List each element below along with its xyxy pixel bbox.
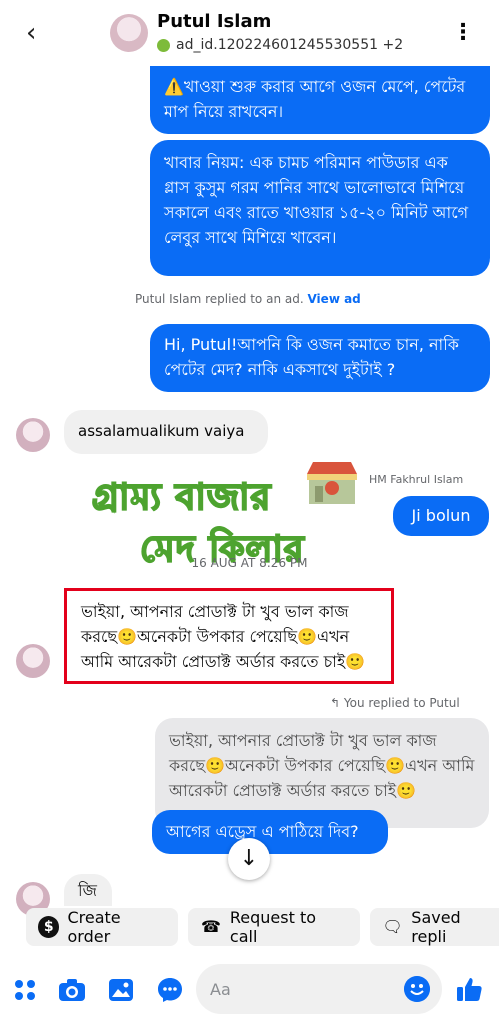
reply-context-text: You replied to Putul [343,696,460,710]
message-incoming[interactable]: assalamualikum vaiya [64,410,268,454]
create-order-label: Create order [67,908,121,946]
avatar[interactable] [16,644,50,678]
avatar[interactable] [16,418,50,452]
shop-logo-icon [307,462,357,504]
like-icon[interactable] [454,974,484,1004]
message-outgoing[interactable]: খাবার নিয়ম: এক চামচ পরিমান পাউডার এক গ্… [150,140,490,276]
timestamp: 16 AUG AT 8:26 PM [191,556,308,570]
saved-replies-button[interactable]: 🗨 Saved repli [370,908,499,946]
avatar[interactable] [110,14,148,52]
contact-subtitle: ad_id.120224601245530551 +2 [157,37,403,53]
chat-bubbles-icon: 🗨 [382,917,403,936]
phone-icon: ☎ [200,917,221,936]
reply-arrow-icon: ↰ [330,696,341,710]
more-options-icon[interactable]: ⋮ [452,20,474,46]
apps-grid-icon[interactable] [10,975,40,1005]
messenger-icon[interactable] [155,975,185,1005]
message-incoming[interactable]: জি [64,874,112,906]
reply-context: ↰ You replied to Putul [330,696,460,710]
watermark-line-1: গ্রাম্য বাজার [91,476,272,519]
watermark-line-2: মেদ কিলার [139,528,305,571]
active-status-icon [157,38,170,52]
message-outgoing[interactable]: আগের এড্রেস এ পাঠিয়ে দিব? [152,810,388,854]
request-call-button[interactable]: ☎ Request to call [188,908,360,946]
scroll-down-button[interactable]: ↓ [228,838,270,880]
camera-icon[interactable] [57,975,87,1005]
sender-label: HM Fakhrul Islam [369,473,464,486]
message-outgoing[interactable]: Ji bolun [393,496,489,536]
create-order-button[interactable]: $ Create order [26,908,178,946]
request-call-label: Request to call [229,908,317,946]
ad-reply-text: Putul Islam replied to an ad. [135,292,304,306]
dollar-icon: $ [38,916,60,938]
ad-id-text: ad_id.120224601245530551 +2 [176,37,404,53]
emoji-icon[interactable] [404,976,430,1002]
contact-name[interactable]: Putul Islam [157,11,271,32]
message-input-placeholder: Aa [210,980,231,999]
message-outgoing[interactable]: Hi, Putul!আপনি কি ওজন কমাতে চান, নাকি পে… [150,324,490,392]
ad-reply-note: Putul Islam replied to an ad. View ad [135,292,361,306]
message-incoming-highlighted[interactable]: ভাইয়া, আপনার প্রোডাক্ট টা খুব ভাল কাজ ক… [64,588,394,684]
chat-header [0,0,499,66]
message-outgoing[interactable]: ⚠️খাওয়া শুরু করার আগে ওজন মেপে, পেটের ম… [150,66,490,134]
back-arrow-icon[interactable]: ‹ [26,18,50,48]
saved-replies-label: Saved repli [411,908,461,946]
view-ad-link[interactable]: View ad [307,292,360,306]
gallery-icon[interactable] [106,975,136,1005]
